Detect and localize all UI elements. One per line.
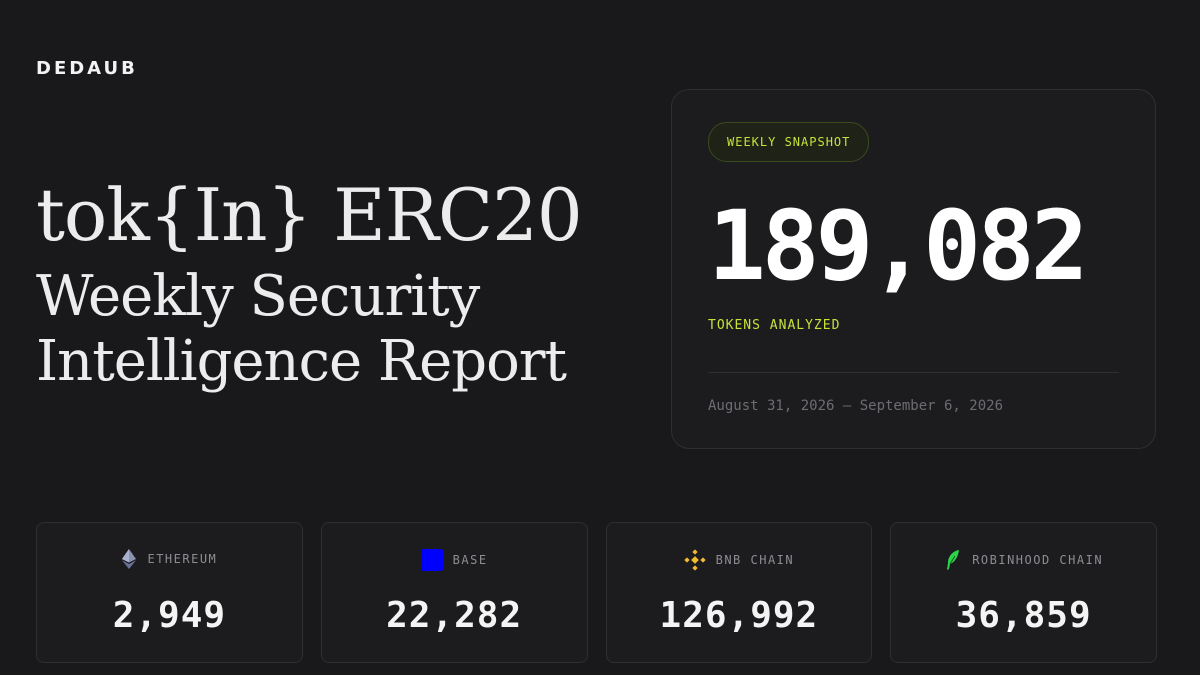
- chain-card-ethereum: ETHEREUM 2,949: [36, 522, 303, 663]
- tokens-analyzed-label: TOKENS ANALYZED: [708, 318, 841, 333]
- chain-name: ETHEREUM: [147, 552, 218, 566]
- weekly-snapshot-card: WEEKLY SNAPSHOT 189,082 TOKENS ANALYZED …: [671, 89, 1156, 449]
- dedaub-logo: DEDAUB: [36, 58, 138, 79]
- title-line-weekly: Weekly Security: [36, 264, 480, 330]
- chain-value: 126,992: [659, 595, 819, 636]
- bnb-icon: [683, 549, 706, 571]
- total-tokens-value: 189,082: [708, 190, 1089, 302]
- snapshot-divider: [708, 372, 1119, 373]
- ethereum-icon: [122, 549, 137, 569]
- weekly-snapshot-badge: WEEKLY SNAPSHOT: [708, 122, 870, 162]
- chain-card-bnb: BNB CHAIN 126,992: [605, 522, 873, 663]
- base-icon: [420, 549, 443, 571]
- report-title: tok{In} ERC20 Weekly Security Intelligen…: [36, 173, 583, 394]
- chain-name: ROBINHOOD CHAIN: [972, 553, 1104, 567]
- chain-value: 2,949: [112, 595, 227, 636]
- chain-breakdown: ETHEREUM 2,949 BASE 22,282 BNB CHAIN 126…: [36, 522, 1157, 663]
- chain-value: 22,282: [386, 595, 523, 636]
- robinhood-icon: [947, 550, 960, 570]
- date-range: August 31, 2026 – September 6, 2026: [708, 398, 1004, 414]
- chain-value: 36,859: [955, 595, 1092, 636]
- chain-name: BNB CHAIN: [715, 553, 795, 567]
- title-line-report: Intelligence Report: [36, 328, 567, 394]
- chain-card-robinhood: ROBINHOOD CHAIN 36,859: [890, 522, 1157, 663]
- chain-card-base: BASE 22,282: [320, 522, 588, 663]
- chain-name: BASE: [452, 553, 488, 567]
- title-line-product: tok{In} ERC20: [36, 173, 583, 258]
